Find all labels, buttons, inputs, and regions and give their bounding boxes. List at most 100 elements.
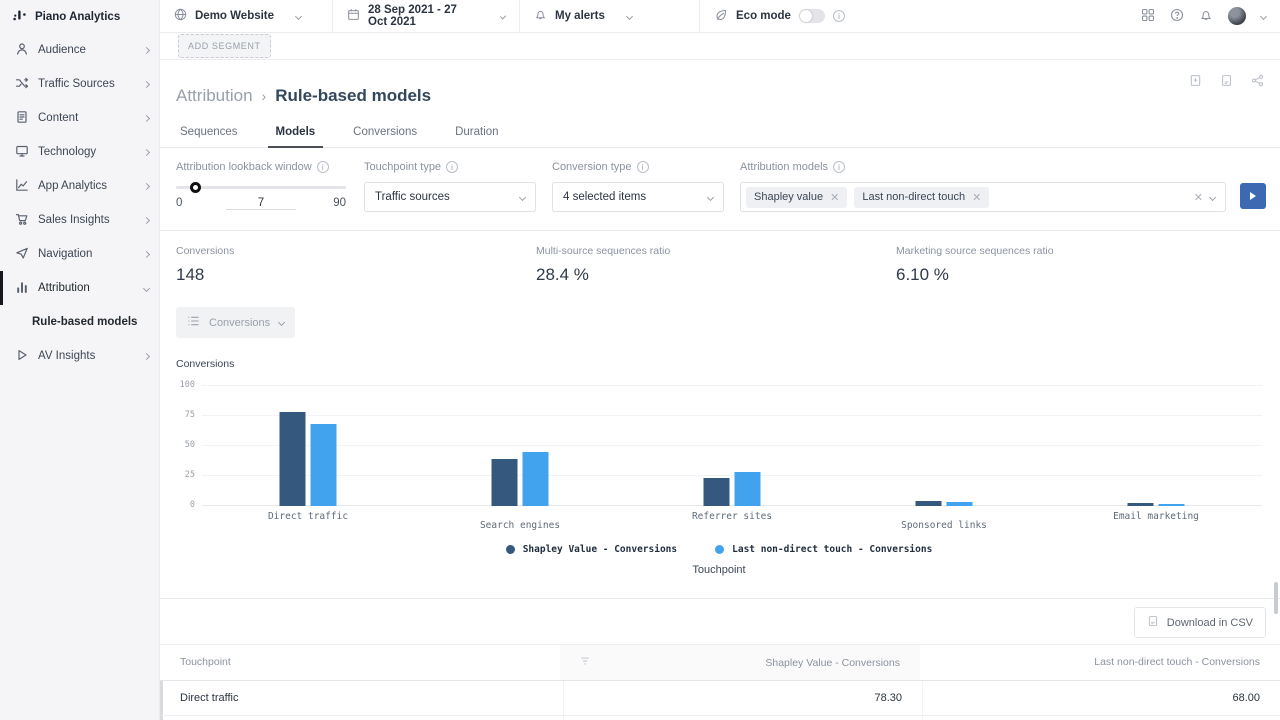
- list-icon: [187, 315, 200, 330]
- legend-dot: [715, 545, 724, 554]
- notifications-bell-icon[interactable]: [1199, 8, 1213, 25]
- touchpoint-type-select[interactable]: Traffic sources: [364, 182, 536, 212]
- attribution-models-label: Attribution models: [740, 161, 828, 173]
- tab-duration[interactable]: Duration: [453, 122, 500, 147]
- sidebar-item-audience[interactable]: Audience: [0, 33, 159, 67]
- y-axis-tick: 75: [185, 410, 195, 420]
- cell-shapley-value: 78.30: [563, 681, 923, 715]
- y-axis-tick: 100: [180, 380, 195, 390]
- table-header-row: TouchpointShapley Value - ConversionsLas…: [160, 644, 1280, 681]
- app-logo[interactable]: Piano Analytics: [0, 0, 159, 33]
- sidebar-subitem-rule-based-models[interactable]: Rule-based models: [0, 305, 159, 339]
- filter-icon[interactable]: [580, 656, 590, 669]
- bar-shapley-value-conversions[interactable]: [492, 459, 518, 506]
- sidebar-item-app-analytics[interactable]: App Analytics: [0, 169, 159, 203]
- export-report-icon[interactable]: [1220, 74, 1233, 90]
- attribution-models-select[interactable]: Shapley value✕Last non-direct touch✕ ✕: [740, 182, 1226, 212]
- eco-mode-toggle[interactable]: [799, 9, 825, 23]
- breadcrumb-separator: ›: [262, 88, 267, 104]
- model-chip-label: Shapley value: [754, 191, 823, 203]
- lookback-slider[interactable]: [176, 182, 346, 192]
- help-icon[interactable]: [1170, 8, 1184, 25]
- content-icon: [15, 110, 29, 127]
- bar-last-non-direct-touch-conversions[interactable]: [523, 452, 549, 506]
- chevron-down-icon[interactable]: [1260, 12, 1267, 19]
- apply-button[interactable]: [1240, 183, 1266, 209]
- tab-conversions[interactable]: Conversions: [351, 122, 419, 147]
- sidebar-item-navigation[interactable]: Navigation: [0, 237, 159, 271]
- bar-last-non-direct-touch-conversions[interactable]: [311, 424, 337, 506]
- sidebar-item-traffic-sources[interactable]: Traffic Sources: [0, 67, 159, 101]
- sidebar-item-attribution[interactable]: Attribution: [0, 271, 159, 305]
- scrollbar-thumb[interactable]: [1274, 582, 1278, 614]
- model-chip[interactable]: Shapley value ✕: [746, 187, 847, 208]
- chevron-down-icon: [626, 12, 633, 19]
- chevron-right-icon: [143, 250, 150, 257]
- lookback-label: Attribution lookback window: [176, 161, 312, 173]
- alerts-selector[interactable]: My alerts: [520, 0, 700, 32]
- add-segment-button[interactable]: ADD SEGMENT: [178, 34, 271, 58]
- column-header-shapley[interactable]: Shapley Value - Conversions: [560, 645, 920, 680]
- lookback-value-input[interactable]: [226, 197, 296, 210]
- chevron-right-icon: [143, 352, 150, 359]
- sidebar-item-label: Technology: [38, 146, 135, 158]
- touchpoint-type-filter: Touchpoint typei Traffic sources: [364, 161, 536, 212]
- chart-category-labels: Direct trafficSearch enginesReferrer sit…: [202, 506, 1262, 534]
- bar-shapley-value-conversions[interactable]: [704, 478, 730, 506]
- bookmark-add-icon[interactable]: [1189, 74, 1202, 90]
- segment-bar: ADD SEGMENT: [160, 33, 1280, 60]
- filters-bar: Attribution lookback windowi 0 90 Touchp…: [160, 148, 1280, 231]
- kpi-marketing-source-sequences-ratio: Marketing source sequences ratio6.10 %: [896, 245, 1256, 285]
- info-icon[interactable]: i: [446, 161, 458, 173]
- page-actions: [1189, 74, 1264, 90]
- column-header-touchpoint[interactable]: Touchpoint: [160, 645, 560, 680]
- column-header-last-non-direct[interactable]: Last non-direct touch - Conversions: [920, 645, 1280, 680]
- share-icon[interactable]: [1251, 74, 1264, 90]
- plane-icon: [15, 246, 29, 263]
- sidebar-item-sales-insights[interactable]: Sales Insights: [0, 203, 159, 237]
- info-icon[interactable]: i: [833, 10, 845, 22]
- chevron-right-icon: [143, 216, 150, 223]
- chevron-down-icon: [707, 193, 714, 200]
- y-axis-tick: 25: [185, 470, 195, 480]
- kpi-value: 6.10 %: [896, 265, 1256, 285]
- chevron-right-icon: [143, 46, 150, 53]
- site-selector[interactable]: Demo Website: [160, 0, 333, 32]
- conversion-type-select[interactable]: 4 selected items: [552, 182, 724, 212]
- info-icon[interactable]: i: [833, 161, 845, 173]
- table-section: Download in CSV TouchpointShapley Value …: [160, 598, 1280, 720]
- sidebar-item-content[interactable]: Content: [0, 101, 159, 135]
- play-icon: [15, 348, 29, 365]
- info-icon[interactable]: i: [637, 161, 649, 173]
- apps-grid-icon[interactable]: [1141, 8, 1155, 25]
- tab-models[interactable]: Models: [274, 122, 318, 147]
- bar-last-non-direct-touch-conversions[interactable]: [735, 472, 761, 506]
- sidebar-item-av-insights[interactable]: AV Insights: [0, 339, 159, 373]
- remove-chip-icon[interactable]: ✕: [830, 191, 839, 204]
- breadcrumb-section[interactable]: Attribution: [176, 86, 253, 106]
- sidebar-item-label: Sales Insights: [38, 214, 135, 226]
- slider-handle[interactable]: [190, 182, 201, 193]
- legend-item[interactable]: Shapley Value - Conversions: [506, 544, 677, 555]
- tab-sequences[interactable]: Sequences: [178, 122, 240, 147]
- chevron-down-icon: [519, 193, 526, 200]
- attribution-models-filter: Attribution modelsi Shapley value✕Last n…: [740, 161, 1226, 212]
- conversion-type-label: Conversion type: [552, 161, 632, 173]
- remove-chip-icon[interactable]: ✕: [972, 191, 981, 204]
- date-range-selector[interactable]: 28 Sep 2021 - 27 Oct 2021: [333, 0, 520, 32]
- touchpoint-type-value: Traffic sources: [375, 191, 520, 203]
- model-chip[interactable]: Last non-direct touch✕: [854, 187, 989, 208]
- sidebar-item-technology[interactable]: Technology: [0, 135, 159, 169]
- metric-selector[interactable]: Conversions: [176, 307, 295, 338]
- bar-shapley-value-conversions[interactable]: [280, 412, 306, 506]
- info-icon[interactable]: i: [317, 161, 329, 173]
- download-csv-button[interactable]: Download in CSV: [1134, 607, 1266, 638]
- user-avatar[interactable]: [1228, 7, 1246, 25]
- kpi-value: 28.4 %: [536, 265, 896, 285]
- chevron-right-icon: [143, 182, 150, 189]
- piano-analytics-logo-icon: [12, 8, 27, 26]
- site-name: Demo Website: [195, 10, 274, 22]
- legend-item[interactable]: Last non-direct touch - Conversions: [715, 544, 932, 555]
- clear-selection-icon[interactable]: ✕: [1194, 191, 1203, 204]
- chart-title: Conversions: [176, 358, 1262, 370]
